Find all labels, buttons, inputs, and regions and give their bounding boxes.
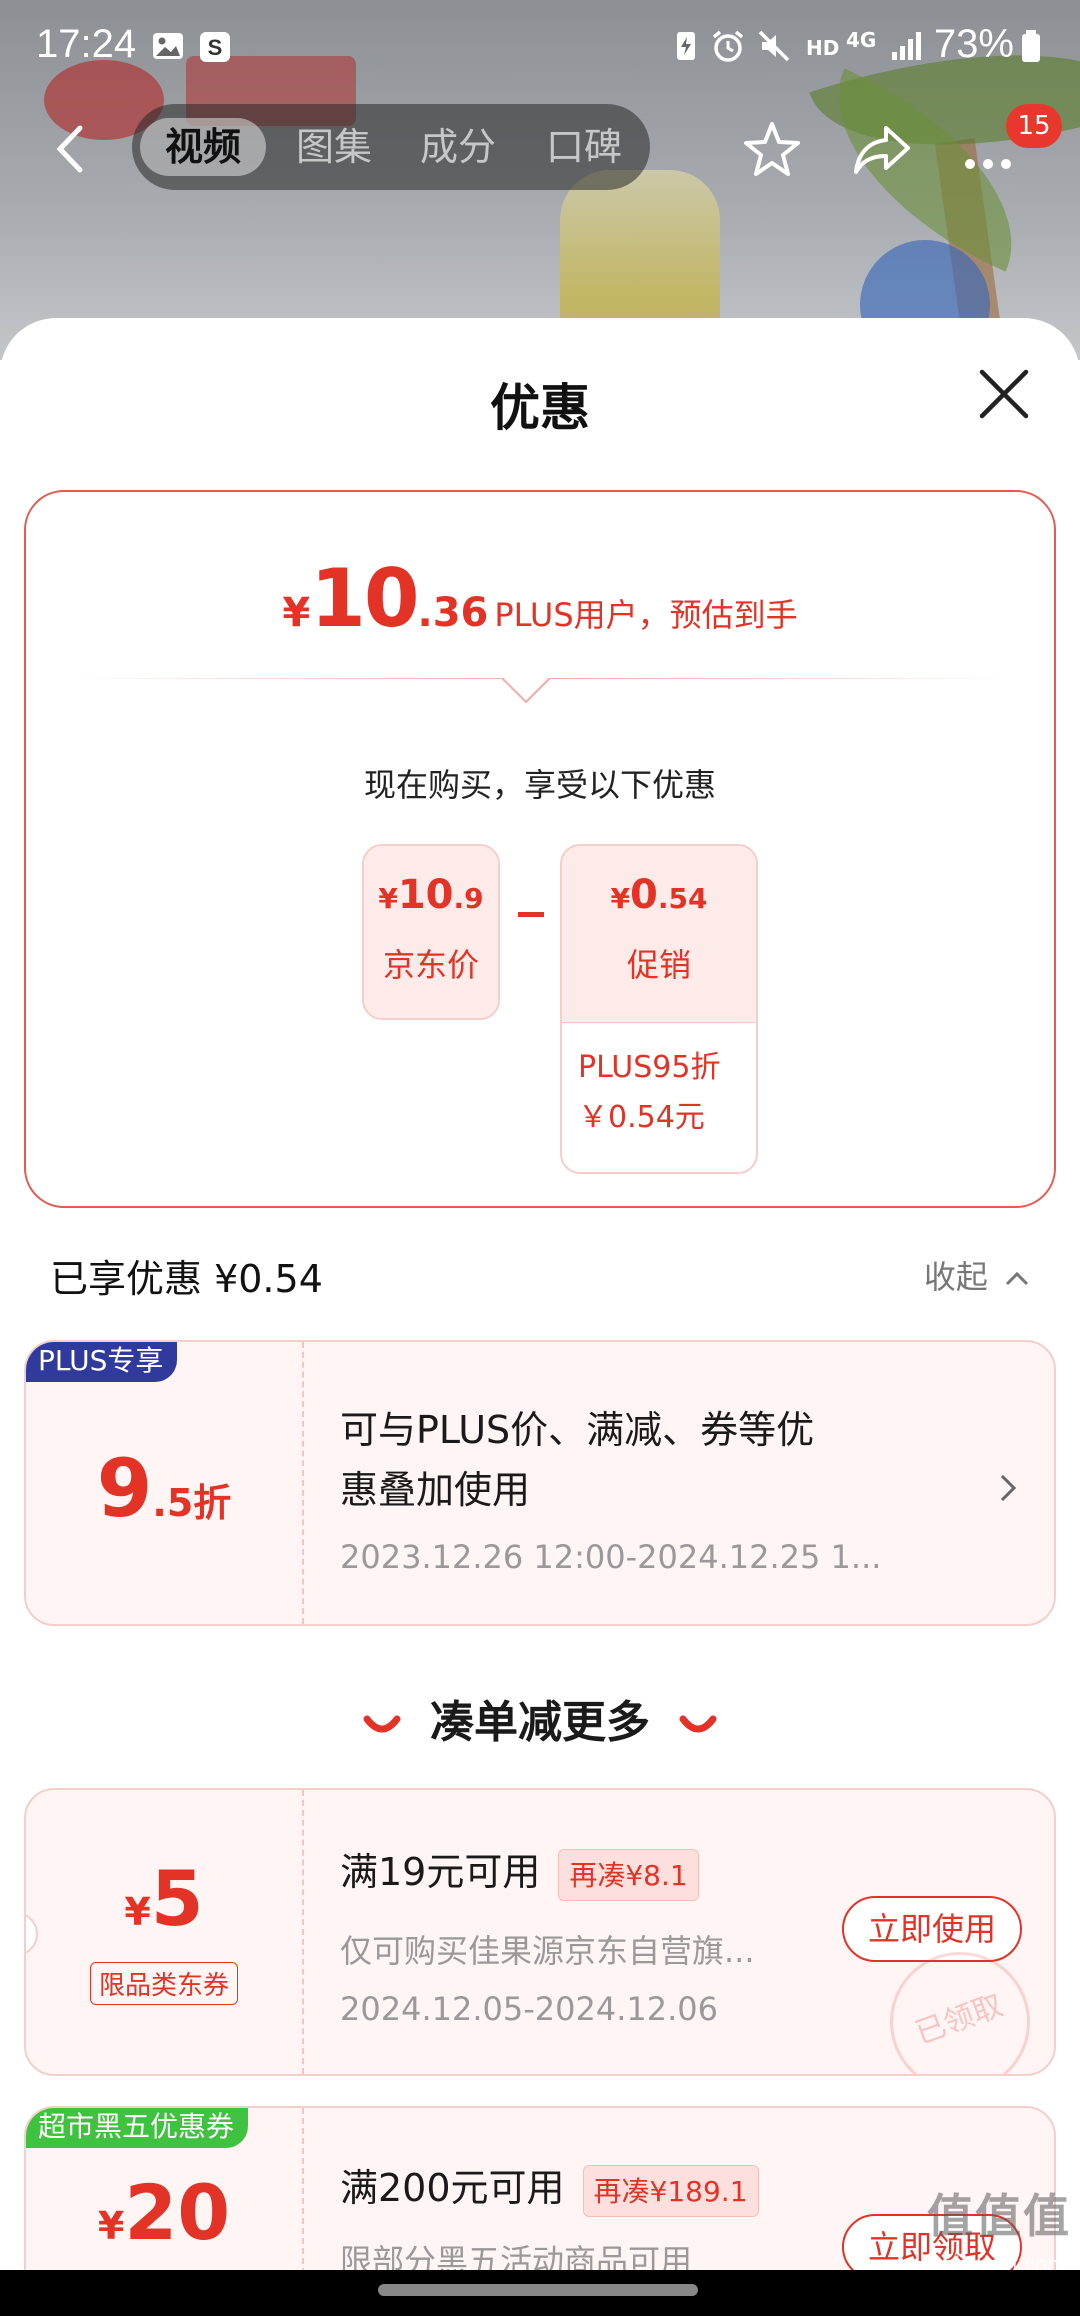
hd-indicator: HD [806, 36, 840, 60]
back-arrow-icon[interactable] [50, 124, 90, 174]
coupon-card: 超市黑五优惠券 ¥20 满200元可用 再凑¥189.1 限部分黑五活动商品可用 … [24, 2106, 1056, 2270]
minus-sign [518, 912, 544, 917]
estimated-price: ¥10.36 PLUS用户，预估到手 [26, 552, 1054, 645]
status-time: 17:24 [36, 22, 137, 66]
jd-price-value: ¥10.9 [378, 872, 484, 918]
plus-desc-line1: 可与PLUS价、满减、券等优 [340, 1408, 815, 1452]
enjoyed-discount: 已享优惠 ¥0.54 [50, 1257, 323, 1301]
tab-video[interactable]: 视频 [140, 118, 266, 176]
coupon-divider [302, 2108, 304, 2270]
home-indicator[interactable] [378, 2284, 698, 2296]
coupon-divider [302, 1790, 304, 2074]
coupon-card: ¥5 限品类东券 满19元可用 再凑¥8.1 仅可购买佳果源京东自营旗... 20… [24, 1788, 1056, 2076]
coupon-scope: 仅可购买佳果源京东自营旗... [340, 1932, 755, 1970]
coupon-scope: 限部分黑五活动商品可用 [340, 2242, 693, 2270]
plus-coupon-card[interactable]: PLUS专享 9.5折 可与PLUS价、满减、券等优 惠叠加使用 2023.12… [24, 1340, 1056, 1626]
plus-tag: PLUS专享 [26, 1342, 178, 1382]
section-title-text: 凑单减更多 [430, 1697, 650, 1748]
more-badge-count: 15 [1006, 104, 1062, 148]
chevron-right-icon[interactable] [996, 1470, 1020, 1506]
coupon-threshold: 满200元可用 [340, 2166, 565, 2210]
favorite-star-icon[interactable] [740, 118, 804, 182]
jd-price-card: ¥10.9 京东价 [362, 844, 500, 1020]
status-bar: 17:24 S HD 4G 73% [0, 0, 1080, 96]
s-app-icon: S [200, 32, 230, 62]
black-friday-tag: 超市黑五优惠券 [26, 2108, 249, 2148]
smile-decoration-icon [679, 1715, 717, 1733]
sheet-title: 优惠 [490, 379, 590, 437]
coupon-title: 满19元可用 再凑¥8.1 [340, 1842, 699, 1902]
add-more-tag: 再凑¥8.1 [558, 1848, 699, 1901]
watermark-logo: 值值值 [927, 2189, 1071, 2243]
divider-notch [66, 678, 1018, 704]
mute-icon [758, 30, 790, 62]
chevron-up-icon [1005, 1271, 1029, 1286]
promo-detail-amount: ￥0.54元 [578, 1100, 705, 1135]
discount-sheet: 优惠 ¥10.36 PLUS用户，预估到手 现在购买，享受以下优惠 ¥10.9 京… [0, 318, 1080, 2270]
battery-icon [1022, 30, 1040, 62]
watermark: 值值值 zhizhizhi.com [924, 2180, 1074, 2276]
network-type: 4G [846, 28, 877, 52]
gesture-bar [0, 2270, 1080, 2316]
promo-value: ¥0.54 [610, 872, 708, 918]
buy-now-caption: 现在购买，享受以下优惠 [363, 766, 716, 804]
svg-text:S: S [208, 35, 223, 60]
coupon-value: ¥5 [124, 1854, 204, 1943]
tab-ingredients[interactable]: 成分 [396, 118, 520, 176]
estimate-label: PLUS用户，预估到手 [494, 596, 798, 634]
tab-gallery[interactable]: 图集 [272, 118, 396, 176]
promo-label: 促销 [626, 946, 691, 984]
estimated-price-box: ¥10.36 PLUS用户，预估到手 现在购买，享受以下优惠 ¥10.9 京东价 … [24, 490, 1056, 1208]
coupon-divider [302, 1342, 304, 1624]
smile-decoration-icon [363, 1715, 401, 1733]
coupon-kind: 限品类东券 [26, 1962, 302, 2005]
currency-symbol: ¥ [282, 590, 311, 636]
tab-reviews[interactable]: 口碑 [522, 118, 646, 176]
collapse-label: 收起 [923, 1258, 988, 1296]
collapse-toggle[interactable]: 收起 [924, 1252, 1030, 1298]
share-icon[interactable] [850, 118, 914, 182]
battery-saver-icon [677, 32, 695, 60]
signal-icon [892, 32, 921, 60]
use-now-button[interactable]: 立即使用 [841, 1896, 1022, 1962]
plus-coupon-period: 2023.12.26 12:00-2024.12.25 1... [340, 1538, 882, 1576]
battery-percent: 73% [933, 22, 1014, 66]
coupon-period: 2024.12.05-2024.12.06 [340, 1990, 718, 2028]
add-more-tag: 再凑¥189.1 [582, 2164, 759, 2217]
promo-card: ¥0.54 促销 PLUS95折 ￥0.54元 [560, 844, 758, 1174]
promo-detail-plus: PLUS95折 [578, 1050, 721, 1085]
coupon-value: ¥20 [97, 2168, 231, 2257]
coupon-title: 满200元可用 再凑¥189.1 [340, 2158, 759, 2218]
plus-desc-line2: 惠叠加使用 [340, 1468, 531, 1512]
alarm-icon [712, 30, 744, 62]
price-decimal: .36 [417, 590, 489, 636]
coupon-threshold: 满19元可用 [340, 1850, 541, 1894]
jd-price-label: 京东价 [382, 946, 479, 984]
plus-coupon-description: 可与PLUS价、满减、券等优 惠叠加使用 [340, 1400, 814, 1520]
gallery-icon [153, 33, 183, 59]
product-nav: 视频 图集 成分 口碑 [0, 104, 1080, 194]
media-tabs: 视频 图集 成分 口碑 [132, 104, 650, 190]
plus-discount-value: 9.5折 [96, 1442, 232, 1535]
section-title-more-deals: 凑单减更多 [0, 1686, 1080, 1750]
close-icon[interactable] [976, 366, 1032, 422]
price-integer: 10 [310, 552, 419, 645]
